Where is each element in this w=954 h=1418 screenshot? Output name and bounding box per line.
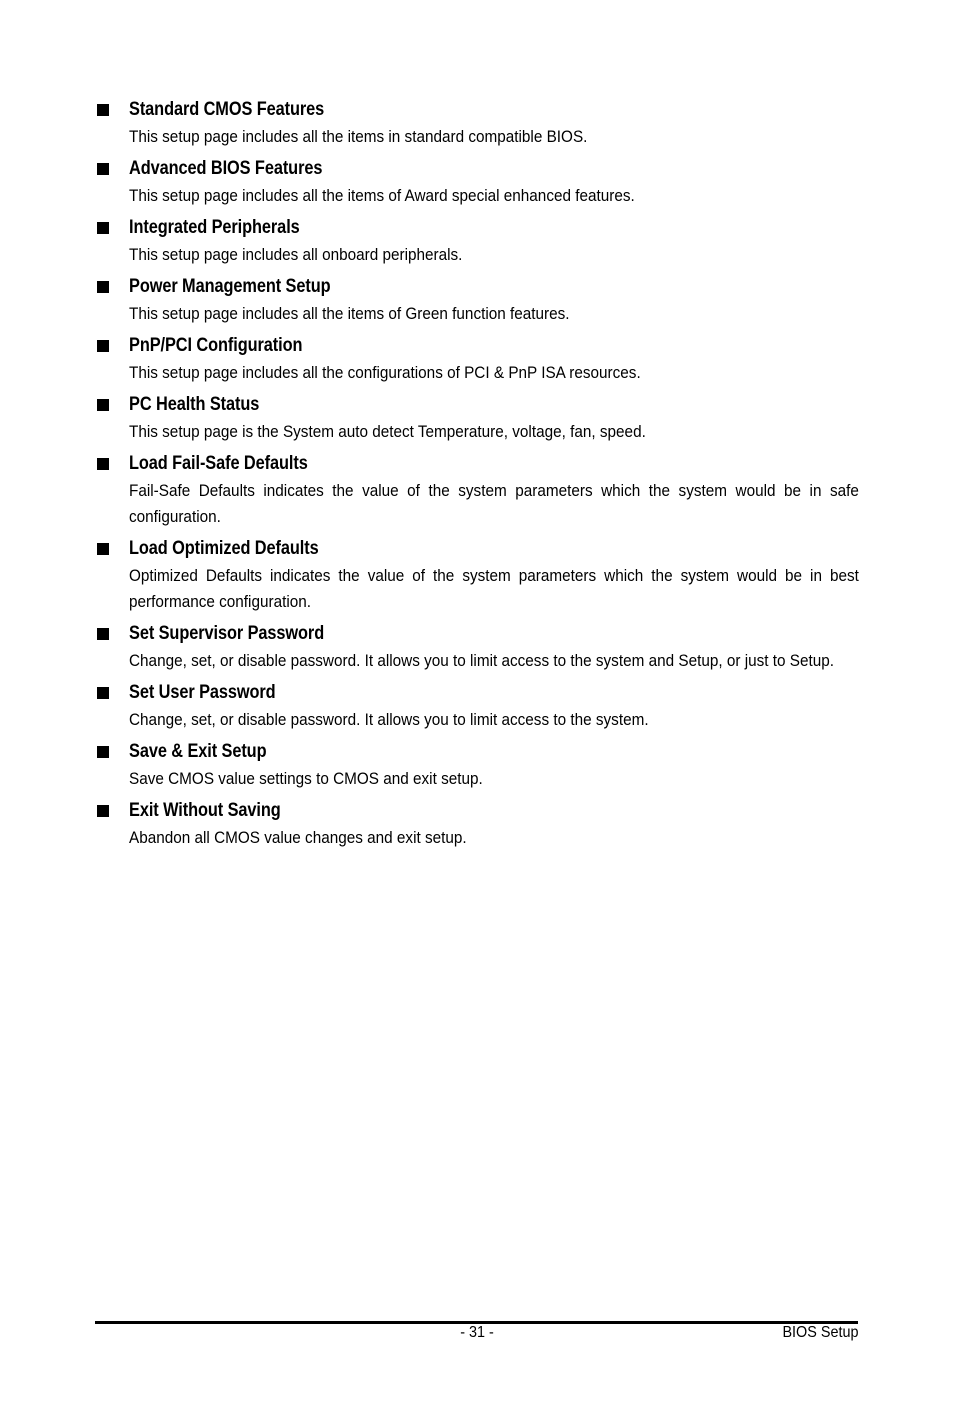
- item-description: Save CMOS value settings to CMOS and exi…: [129, 769, 483, 788]
- item-description: This setup page includes all the configu…: [129, 363, 641, 382]
- item-title: Set Supervisor Password: [129, 623, 325, 644]
- item-title: PnP/PCI Configuration: [129, 335, 303, 356]
- item-description: This setup page includes all the items o…: [129, 186, 635, 205]
- item-description: This setup page includes all the items o…: [129, 304, 570, 323]
- square-bullet-icon: [97, 543, 109, 555]
- menu-item: Standard CMOS Features This setup page i…: [97, 96, 859, 155]
- menu-item: Load Optimized Defaults Optimized Defaul…: [97, 535, 859, 620]
- square-bullet-icon: [97, 628, 109, 640]
- square-bullet-icon: [97, 222, 109, 234]
- menu-item: Advanced BIOS Features This setup page i…: [97, 155, 859, 214]
- item-title: Load Optimized Defaults: [129, 538, 319, 559]
- item-description: This setup page includes all onboard per…: [129, 245, 463, 264]
- square-bullet-icon: [97, 399, 109, 411]
- menu-item: Set Supervisor Password Change, set, or …: [97, 620, 859, 679]
- item-title: Exit Without Saving: [129, 800, 281, 821]
- item-description: Optimized Defaults indicates the value o…: [129, 566, 859, 611]
- item-title: Save & Exit Setup: [129, 741, 267, 762]
- menu-item: Save & Exit Setup Save CMOS value settin…: [97, 738, 859, 797]
- menu-item-list: Standard CMOS Features This setup page i…: [97, 96, 859, 856]
- square-bullet-icon: [97, 163, 109, 175]
- item-description: This setup page includes all the items i…: [129, 127, 588, 146]
- square-bullet-icon: [97, 805, 109, 817]
- menu-item: PC Health Status This setup page is the …: [97, 391, 859, 450]
- item-description: Fail-Safe Defaults indicates the value o…: [129, 481, 859, 526]
- square-bullet-icon: [97, 687, 109, 699]
- item-title: Set User Password: [129, 682, 276, 703]
- square-bullet-icon: [97, 458, 109, 470]
- square-bullet-icon: [97, 281, 109, 293]
- item-title: Standard CMOS Features: [129, 99, 325, 120]
- square-bullet-icon: [97, 340, 109, 352]
- item-description: Abandon all CMOS value changes and exit …: [129, 828, 467, 847]
- menu-item: Set User Password Change, set, or disabl…: [97, 679, 859, 738]
- menu-item: Load Fail-Safe Defaults Fail-Safe Defaul…: [97, 450, 859, 535]
- item-title: Integrated Peripherals: [129, 217, 300, 238]
- item-title: Power Management Setup: [129, 276, 331, 297]
- square-bullet-icon: [97, 104, 109, 116]
- footer-section-label: BIOS Setup: [781, 1324, 858, 1341]
- menu-item: PnP/PCI Configuration This setup page in…: [97, 332, 859, 391]
- menu-item: Exit Without Saving Abandon all CMOS val…: [97, 797, 859, 856]
- item-description: This setup page is the System auto detec…: [129, 422, 646, 441]
- menu-item: Integrated Peripherals This setup page i…: [97, 214, 859, 273]
- item-title: PC Health Status: [129, 394, 260, 415]
- item-description: Change, set, or disable password. It all…: [129, 710, 649, 729]
- square-bullet-icon: [97, 746, 109, 758]
- menu-item: Power Management Setup This setup page i…: [97, 273, 859, 332]
- item-description: Change, set, or disable password. It all…: [129, 651, 835, 670]
- item-title: Load Fail-Safe Defaults: [129, 453, 308, 474]
- item-title: Advanced BIOS Features: [129, 158, 323, 179]
- page-number: - 31 -: [460, 1324, 494, 1341]
